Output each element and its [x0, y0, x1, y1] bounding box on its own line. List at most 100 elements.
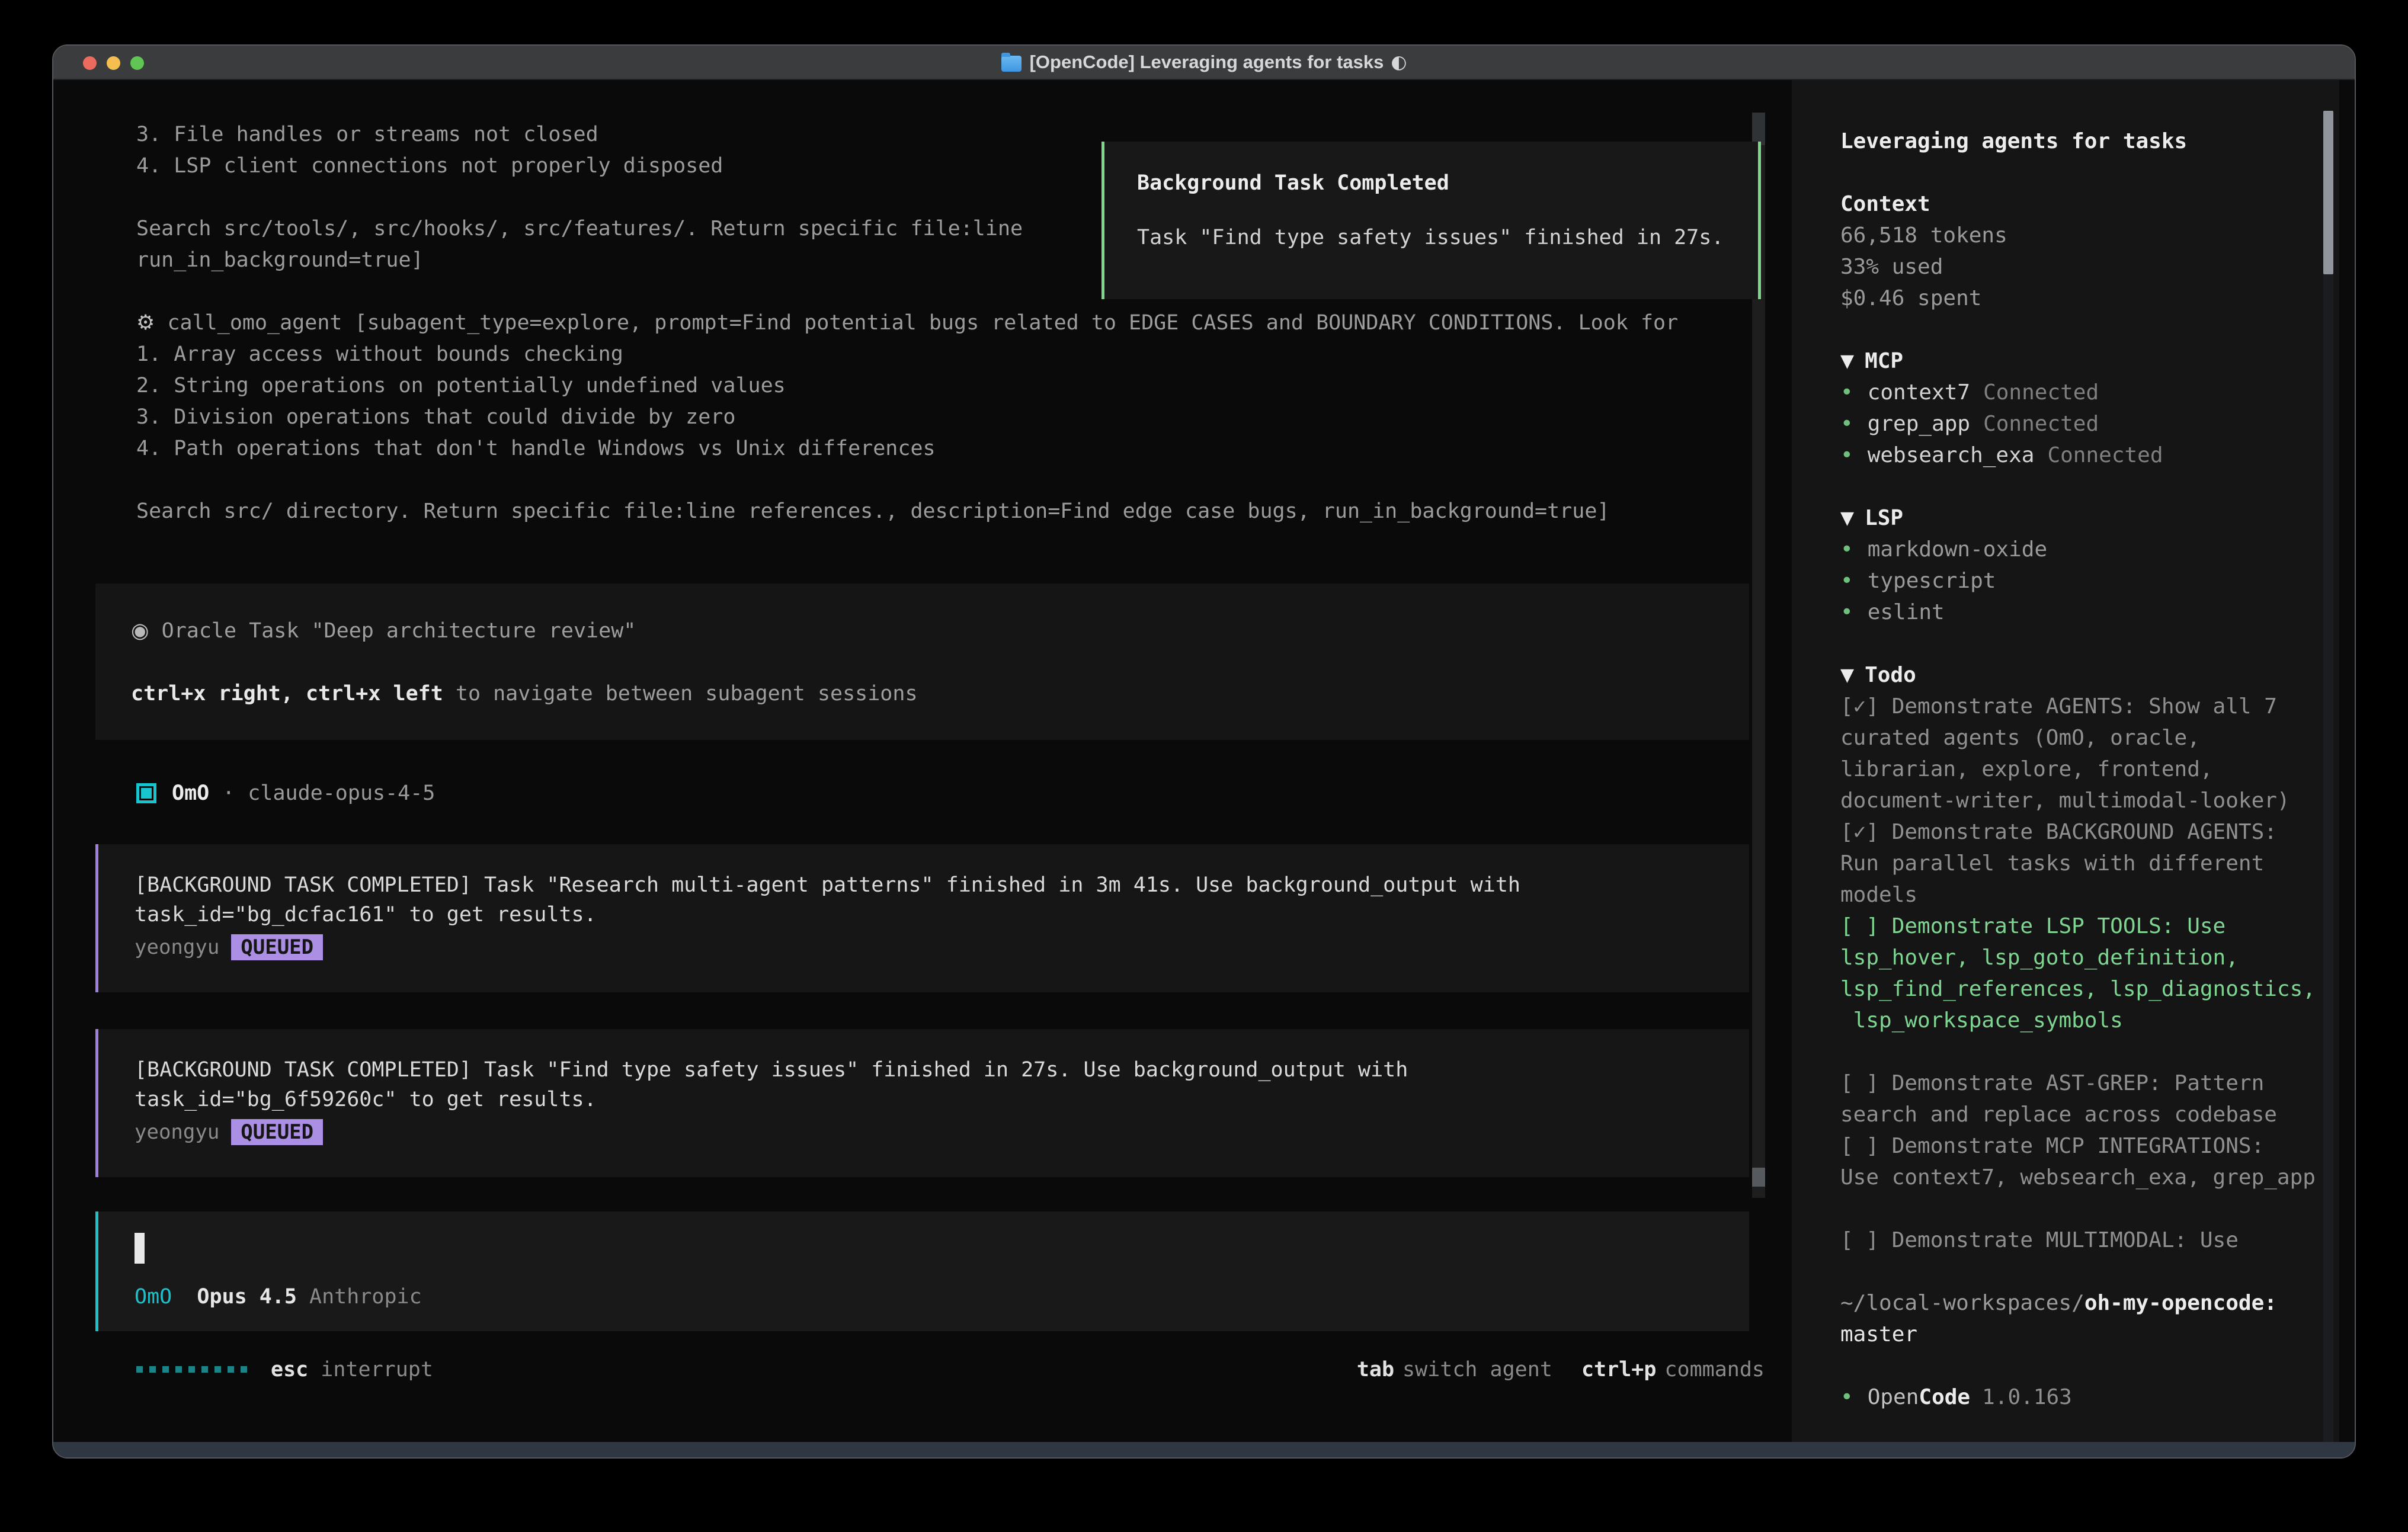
tool-call-line: ⚙ call_omo_agent [subagent_type=explore,… [53, 307, 1792, 339]
input-agent-label: OmO [135, 1285, 172, 1309]
window-bottom-edge [53, 1442, 2355, 1457]
omo-agent-icon [136, 783, 156, 803]
mcp-item: •grep_appConnected [1840, 408, 2304, 440]
context-used: 33% used [1840, 251, 2304, 283]
oracle-task-title: ◉ Oracle Task "Deep architecture review" [95, 616, 1749, 647]
context-spent: $0.46 spent [1840, 283, 2304, 314]
mcp-section-header[interactable]: ▼MCP [1840, 345, 2304, 377]
gear-icon: ⚙ [136, 311, 155, 335]
queued-status-badge: QUEUED [231, 934, 323, 960]
context-heading: Context [1840, 188, 2304, 220]
todo-line: curated agents (OmO, oracle, [1840, 722, 2304, 754]
separator-dot: · [222, 781, 235, 805]
traffic-lights [83, 56, 144, 70]
tab-key-label: switch agent [1402, 1358, 1552, 1382]
input-model-label: Opus 4.5 [197, 1285, 297, 1309]
todo-line: Use context7, websearch_exa, grep_app [1840, 1162, 2304, 1193]
mcp-item: •context7Connected [1840, 377, 2304, 408]
agent-model: claude-opus-4-5 [248, 781, 435, 805]
folder-icon [1001, 56, 1022, 72]
background-task-message: [BACKGROUND TASK COMPLETED] Task "Resear… [95, 844, 1749, 992]
todo-line: lsp_hover, lsp_goto_definition, [1840, 942, 2304, 973]
tab-key-hint: tab [1357, 1358, 1394, 1382]
text-cursor [135, 1233, 145, 1264]
input-footer: OmO Opus 4.5 Anthropic [135, 1281, 422, 1313]
status-bar-right: tab switch agent ctrl+p commands [1357, 1358, 1765, 1382]
todo-line: [✓] Demonstrate AGENTS: Show all 7 [1840, 691, 2304, 722]
log-line: Search src/ directory. Return specific f… [53, 496, 1792, 527]
todo-section-header[interactable]: ▼Todo [1840, 659, 2304, 691]
todo-line: [ ] Demonstrate AST-GREP: Pattern [1840, 1068, 2304, 1099]
blank-line [95, 647, 1749, 678]
half-circle-icon: ◐ [1391, 52, 1407, 73]
prompt-input[interactable]: OmO Opus 4.5 Anthropic [95, 1212, 1749, 1331]
queued-status-badge: QUEUED [231, 1119, 323, 1145]
input-provider-label: Anthropic [309, 1285, 422, 1309]
sidebar-scrollbar-thumb[interactable] [2323, 111, 2333, 274]
todo-line: search and replace across codebase [1840, 1099, 2304, 1130]
log-line: 1. Array access without bounds checking [53, 339, 1792, 370]
background-task-notification: Background Task Completed Task "Find typ… [1101, 142, 1761, 299]
background-task-message: [BACKGROUND TASK COMPLETED] Task "Find t… [95, 1029, 1749, 1177]
todo-line: [ ] Demonstrate LSP TOOLS: Use [1840, 911, 2304, 942]
bullet-dot-icon: • [1840, 565, 1853, 597]
todo-line: Run parallel tasks with different [1840, 848, 2304, 879]
sidebar-scrollbar-track[interactable] [2323, 111, 2333, 1444]
bullet-dot-icon: • [1840, 408, 1853, 440]
todo-line: document-writer, multimodal-looker) [1840, 785, 2304, 816]
ctrlp-key-hint: ctrl+p [1581, 1358, 1656, 1382]
lsp-item: •eslint [1840, 597, 2304, 628]
esc-key-hint: esc [271, 1358, 308, 1382]
bullet-dot-icon: • [1840, 534, 1853, 565]
todo-line: lsp_workspace_symbols [1840, 1005, 2304, 1036]
agent-session-header: OmO · claude-opus-4-5 [136, 777, 435, 809]
log-line: 3. Division operations that could divide… [53, 402, 1792, 433]
hint-keys: ctrl+x right, ctrl+x left [131, 682, 443, 706]
todo-line: [ ] Demonstrate MCP INTEGRATIONS: [1840, 1130, 2304, 1162]
blank-line [53, 464, 1792, 496]
hint-text: to navigate between subagent sessions [443, 682, 918, 706]
opencode-version: •OpenCode1.0.163 [1840, 1382, 2304, 1413]
lsp-section-header[interactable]: ▼LSP [1840, 502, 2304, 534]
todo-line: librarian, explore, frontend, [1840, 754, 2304, 785]
task-message-line: [BACKGROUND TASK COMPLETED] Task "Find t… [135, 1055, 1749, 1085]
oracle-task-card: ◉ Oracle Task "Deep architecture review"… [95, 584, 1749, 740]
agent-name: OmO [172, 781, 209, 805]
session-sidebar: Leveraging agents for tasks Context 66,5… [1792, 80, 2339, 1442]
window-titlebar[interactable]: [OpenCode] Leveraging agents for tasks ◐ [53, 46, 2355, 80]
radio-dot-icon: ◉ [131, 619, 149, 643]
zoom-button[interactable] [130, 56, 144, 70]
task-user: yeongyu [135, 935, 219, 959]
todo-line: [ ] Demonstrate MULTIMODAL: Use [1840, 1225, 2304, 1256]
spinner-dots-icon [136, 1366, 247, 1373]
opencode-terminal-window: [OpenCode] Leveraging agents for tasks ◐… [52, 44, 2356, 1459]
main-scrollbar-thumb-top[interactable] [1752, 113, 1765, 145]
bullet-dot-icon: • [1840, 597, 1853, 628]
mcp-item: •websearch_exaConnected [1840, 440, 2304, 471]
bullet-dot-icon: • [1840, 1382, 1853, 1413]
log-line: 4. Path operations that don't handle Win… [53, 433, 1792, 464]
todo-line: lsp_find_references, lsp_diagnostics, [1840, 973, 2304, 1005]
todo-line: [✓] Demonstrate BACKGROUND AGENTS: [1840, 816, 2304, 848]
task-user: yeongyu [135, 1120, 219, 1144]
notification-title: Background Task Completed [1137, 171, 1449, 195]
subagent-nav-hint: ctrl+x right, ctrl+x left to navigate be… [95, 678, 1749, 710]
ctrlp-key-label: commands [1664, 1358, 1765, 1382]
lsp-item: •markdown-oxide [1840, 534, 2304, 565]
close-button[interactable] [83, 56, 97, 70]
task-message-line: [BACKGROUND TASK COMPLETED] Task "Resear… [135, 870, 1749, 900]
notification-body: Task "Find type safety issues" finished … [1137, 226, 1724, 249]
triangle-down-icon: ▼ [1840, 351, 1854, 371]
triangle-down-icon: ▼ [1840, 508, 1854, 528]
workspace-path: ~/local-workspaces/oh-my-opencode: [1840, 1287, 2304, 1319]
minimize-button[interactable] [107, 56, 120, 70]
workspace-branch: master [1840, 1319, 2304, 1350]
task-meta-row: yeongyu QUEUED [135, 934, 1749, 960]
log-line: 2. String operations on potentially unde… [53, 370, 1792, 402]
lsp-item: •typescript [1840, 565, 2304, 597]
bullet-dot-icon: • [1840, 440, 1853, 471]
main-scrollbar-thumb[interactable] [1752, 1168, 1765, 1187]
task-message-line: task_id="bg_dcfac161" to get results. [135, 900, 1749, 930]
esc-key-label: interrupt [321, 1358, 433, 1382]
bullet-dot-icon: • [1840, 377, 1853, 408]
